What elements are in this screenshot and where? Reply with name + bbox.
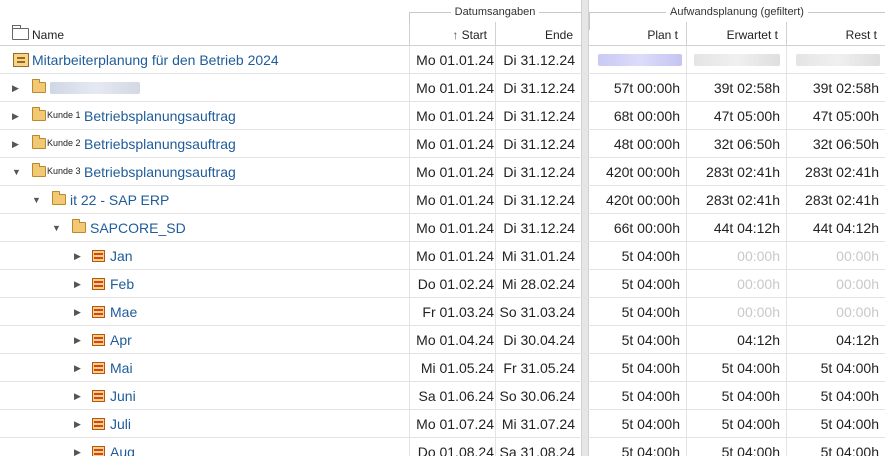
table-row[interactable]: ▶ Juni Sa 01.06.24 So 30.06.24 5t 04:00h… bbox=[0, 382, 885, 410]
expand-arrow-icon[interactable]: ▶ bbox=[74, 363, 84, 373]
task-icon bbox=[92, 446, 105, 456]
name-cell: ▶ bbox=[0, 74, 409, 102]
task-icon bbox=[92, 306, 105, 318]
table-row[interactable]: ▶ Mae Fr 01.03.24 So 31.03.24 5t 04:00h … bbox=[0, 298, 885, 326]
folder-icon bbox=[32, 107, 46, 121]
column-header-plan[interactable]: Plan t bbox=[589, 24, 686, 46]
expand-arrow-icon[interactable]: ▶ bbox=[74, 279, 84, 289]
customer-badge: Kunde 2 bbox=[46, 138, 82, 150]
redacted-value bbox=[598, 54, 682, 66]
table-row[interactable]: ▶ Apr Mo 01.04.24 Di 30.04.24 5t 04:00h … bbox=[0, 326, 885, 354]
redacted-value bbox=[796, 54, 880, 66]
table-row[interactable]: ▶ Mo 01.01.24 Di 31.12.24 57t 00:00h 39t… bbox=[0, 74, 885, 102]
column-header-ende[interactable]: Ende bbox=[495, 24, 581, 46]
expand-arrow-icon[interactable]: ▶ bbox=[12, 83, 22, 93]
name-cell: ▶ Feb bbox=[74, 276, 135, 292]
name-cell: ▶ Kunde 1 Betriebsplanungsauftrag bbox=[12, 107, 236, 124]
name-cell: ▶ Kunde 2 Betriebsplanungsauftrag bbox=[12, 135, 236, 152]
column-header-erwartet[interactable]: Erwartet t bbox=[686, 24, 786, 46]
table-row[interactable]: ▶ Mai Mi 01.05.24 Fr 31.05.24 5t 04:00h … bbox=[0, 354, 885, 382]
name-cell: ▶ Mai bbox=[74, 360, 133, 376]
name-cell: ▼ SAPCORE_SD bbox=[52, 219, 186, 236]
folder-icon bbox=[72, 219, 86, 233]
table-row[interactable]: ▶ Feb Do 01.02.24 Mi 28.02.24 5t 04:00h … bbox=[0, 270, 885, 298]
table-header: Datumsangaben Aufwandsplanung (gefiltert… bbox=[0, 0, 885, 46]
sort-ascending-icon: ↑ bbox=[452, 28, 459, 42]
collapse-arrow-icon[interactable]: ▼ bbox=[52, 223, 62, 233]
table-row[interactable]: Mitarbeiterplanung für den Betrieb 2024 … bbox=[0, 46, 885, 74]
table-row[interactable]: ▶ Juli Mo 01.07.24 Mi 31.07.24 5t 04:00h… bbox=[0, 410, 885, 438]
redacted-label bbox=[50, 82, 140, 94]
group-header-effort: Aufwandsplanung (gefiltert) bbox=[589, 6, 885, 30]
expand-arrow-icon[interactable]: ▶ bbox=[74, 447, 84, 456]
task-icon bbox=[92, 334, 105, 346]
column-header-name[interactable]: Name bbox=[0, 24, 409, 46]
table-row[interactable]: ▼ SAPCORE_SD Mo 01.01.24 Di 31.12.24 66t… bbox=[0, 214, 885, 242]
expand-arrow-icon[interactable]: ▶ bbox=[74, 419, 84, 429]
collapse-arrow-icon[interactable]: ▼ bbox=[12, 167, 22, 177]
folder-icon bbox=[52, 191, 66, 205]
folder-icon bbox=[32, 135, 46, 149]
task-icon bbox=[92, 418, 105, 430]
name-cell: ▶ Jan bbox=[74, 248, 133, 264]
customer-badge: Kunde 3 bbox=[46, 166, 82, 178]
name-cell: ▶ Juni bbox=[74, 388, 136, 404]
name-cell: ▼ Kunde 3 Betriebsplanungsauftrag bbox=[12, 163, 236, 180]
expand-arrow-icon[interactable]: ▶ bbox=[74, 335, 84, 345]
name-cell: Mitarbeiterplanung für den Betrieb 2024 bbox=[0, 46, 409, 74]
expand-arrow-icon[interactable]: ▶ bbox=[74, 391, 84, 401]
redacted-value bbox=[694, 54, 780, 66]
name-cell: ▶ Aug bbox=[74, 444, 135, 456]
table-row[interactable]: ▶ Jan Mo 01.01.24 Mi 31.01.24 5t 04:00h … bbox=[0, 242, 885, 270]
table-row[interactable]: ▶ Aug Do 01.08.24 Sa 31.08.24 5t 04:00h … bbox=[0, 438, 885, 456]
name-cell: ▶ Juli bbox=[74, 416, 132, 432]
table-row[interactable]: ▼ it 22 - SAP ERP Mo 01.01.24 Di 31.12.2… bbox=[0, 186, 885, 214]
project-icon bbox=[13, 53, 29, 67]
table-row[interactable]: ▶ Kunde 1 Betriebsplanungsauftrag Mo 01.… bbox=[0, 102, 885, 130]
column-header-start[interactable]: ↑ Start bbox=[409, 24, 495, 46]
name-cell: ▶ Apr bbox=[74, 332, 132, 348]
collapse-arrow-icon[interactable]: ▼ bbox=[32, 195, 42, 205]
folder-icon bbox=[32, 79, 46, 93]
expand-arrow-icon[interactable]: ▶ bbox=[74, 307, 84, 317]
name-cell: ▼ it 22 - SAP ERP bbox=[32, 191, 170, 208]
folder-icon bbox=[32, 163, 46, 177]
expand-arrow-icon[interactable]: ▶ bbox=[74, 251, 84, 261]
task-icon bbox=[92, 250, 105, 262]
table-row[interactable]: ▶ Kunde 2 Betriebsplanungsauftrag Mo 01.… bbox=[0, 130, 885, 158]
table-row[interactable]: ▼ Kunde 3 Betriebsplanungsauftrag Mo 01.… bbox=[0, 158, 885, 186]
name-cell: ▶ Mae bbox=[74, 304, 138, 320]
task-icon bbox=[92, 390, 105, 402]
group-header-dates: Datumsangaben bbox=[409, 6, 581, 30]
column-header-rest[interactable]: Rest t bbox=[786, 24, 885, 46]
task-icon bbox=[92, 278, 105, 290]
expand-arrow-icon[interactable]: ▶ bbox=[12, 139, 22, 149]
task-icon bbox=[92, 362, 105, 374]
customer-badge: Kunde 1 bbox=[46, 110, 82, 122]
expand-arrow-icon[interactable]: ▶ bbox=[12, 111, 22, 121]
